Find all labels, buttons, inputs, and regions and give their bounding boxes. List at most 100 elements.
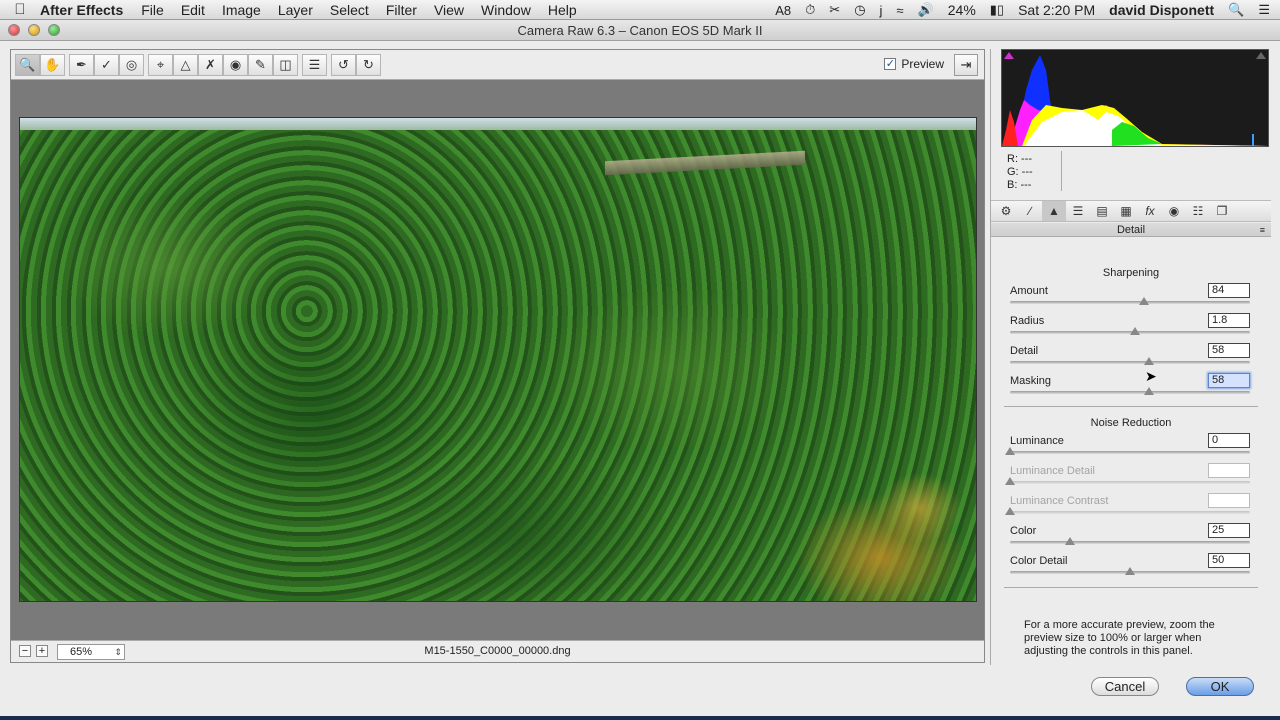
clock-icon[interactable]: ◷ [854, 2, 865, 18]
full-screen-icon[interactable]: ⇥ [954, 54, 978, 76]
zoom-window-button[interactable] [48, 24, 60, 36]
zoom-tool-icon[interactable]: 🔍 [15, 54, 40, 76]
clock-text[interactable]: Sat 2:20 PM [1018, 2, 1095, 18]
wifi-icon[interactable]: ≈ [896, 3, 903, 18]
luminance-contrast-slider-track [1010, 511, 1250, 514]
section-divider [1004, 406, 1258, 407]
color-detail-slider-row: Color Detail 50 [1010, 553, 1250, 583]
luminance-slider-thumb[interactable] [1005, 447, 1015, 455]
tab-effects-icon[interactable]: fx [1138, 201, 1162, 221]
scissors-icon[interactable]: ✂ [829, 2, 840, 18]
menu-select[interactable]: Select [330, 2, 369, 18]
battery-icon[interactable]: ▮▯ [990, 2, 1004, 18]
window-titlebar: Camera Raw 6.3 – Canon EOS 5D Mark II [0, 20, 1280, 41]
masking-slider-thumb[interactable] [1144, 387, 1155, 395]
radius-value-field[interactable]: 1.8 [1208, 313, 1250, 328]
radius-label: Radius [1010, 315, 1045, 327]
amount-slider-thumb[interactable] [1139, 297, 1150, 305]
apple-icon[interactable]:  [0, 1, 40, 18]
menu-filter[interactable]: Filter [386, 2, 417, 18]
tab-basic-icon[interactable]: ⚙ [994, 201, 1018, 221]
preferences-icon[interactable]: ☰ [302, 54, 327, 76]
adjustment-brush-icon[interactable]: ✎ [248, 54, 273, 76]
shadow-clip-warning-icon[interactable] [1004, 52, 1014, 59]
tab-tone-curve-icon[interactable]: ∕ [1018, 201, 1042, 221]
straighten-tool-icon[interactable]: △ [173, 54, 198, 76]
rotate-right-icon[interactable]: ↻ [356, 54, 381, 76]
color-slider-track[interactable] [1010, 541, 1250, 544]
close-window-button[interactable] [8, 24, 20, 36]
file-name: M15-1550_C0000_00000.dng [424, 645, 571, 657]
highlight-clip-warning-icon[interactable] [1256, 52, 1266, 59]
luminance-detail-label: Luminance Detail [1010, 465, 1095, 477]
minimize-window-button[interactable] [28, 24, 40, 36]
masking-slider-track[interactable] [1010, 391, 1250, 394]
color-slider-thumb[interactable] [1065, 537, 1075, 545]
color-sampler-tool-icon[interactable]: ✓ [94, 54, 119, 76]
detail-slider-track[interactable] [1010, 361, 1250, 364]
luminance-detail-value-field [1208, 463, 1250, 478]
color-slider-row: Color 25 [1010, 523, 1250, 553]
luminance-slider-row: Luminance 0 [1005, 433, 1250, 463]
ok-button[interactable]: OK [1186, 677, 1254, 696]
color-detail-value-field[interactable]: 50 [1208, 553, 1250, 568]
menu-help[interactable]: Help [548, 2, 577, 18]
white-balance-tool-icon[interactable]: ✒ [69, 54, 94, 76]
sharpening-heading: Sharpening [1102, 267, 1160, 279]
color-value-field[interactable]: 25 [1208, 523, 1250, 538]
rotate-left-icon[interactable]: ↺ [331, 54, 356, 76]
luminance-contrast-slider-row: Luminance Contrast [1005, 493, 1250, 523]
b-readout: B: --- [1007, 179, 1032, 191]
adobe-status-icon[interactable]: A​8 [775, 3, 791, 18]
luminance-contrast-label: Luminance Contrast [1010, 495, 1109, 507]
battery-percent[interactable]: 24% [948, 2, 976, 18]
detail-slider-thumb[interactable] [1144, 357, 1155, 365]
amount-slider-track[interactable] [1010, 301, 1250, 304]
luminance-value-field[interactable]: 0 [1208, 433, 1250, 448]
panel-tabs: ⚙ ∕ ▲ ☰ ▤ ▦ fx ◉ ☷ ❐ [991, 200, 1271, 222]
tab-lens-corrections-icon[interactable]: ▦ [1114, 201, 1138, 221]
hand-tool-icon[interactable]: ✋ [40, 54, 65, 76]
red-eye-tool-icon[interactable]: ◉ [223, 54, 248, 76]
cancel-button[interactable]: Cancel [1091, 677, 1159, 696]
bluetooth-icon[interactable]: ϳ [880, 3, 883, 18]
detail-value-field[interactable]: 58 [1208, 343, 1250, 358]
luminance-detail-slider-track [1010, 481, 1250, 484]
time-machine-icon[interactable]: ⏱ [805, 2, 815, 18]
tab-hsl-icon[interactable]: ☰ [1066, 201, 1090, 221]
radius-slider-thumb[interactable] [1129, 327, 1140, 335]
color-detail-slider-thumb[interactable] [1125, 567, 1135, 575]
color-label: Color [1010, 525, 1037, 537]
user-name[interactable]: david Disponett [1109, 2, 1214, 18]
volume-icon[interactable]: 🔊 [918, 2, 934, 18]
amount-value-field[interactable]: 84 [1208, 283, 1250, 298]
tab-split-toning-icon[interactable]: ▤ [1090, 201, 1114, 221]
preview-image[interactable] [19, 117, 977, 602]
panel-menu-icon[interactable]: ≡ [1260, 223, 1265, 237]
graduated-filter-icon[interactable]: ◫ [273, 54, 298, 76]
preview-checkbox[interactable]: ✓ [884, 58, 897, 70]
spot-removal-tool-icon[interactable]: ✗ [198, 54, 223, 76]
radius-slider-row: Radius 1.8 [1010, 313, 1250, 343]
menu-window[interactable]: Window [481, 2, 531, 18]
tab-presets-icon[interactable]: ☷ [1186, 201, 1210, 221]
menu-layer[interactable]: Layer [278, 2, 313, 18]
menu-file[interactable]: File [141, 2, 164, 18]
menu-view[interactable]: View [434, 2, 464, 18]
app-menu[interactable]: After Effects [40, 2, 123, 18]
zoom-advice-note: For a more accurate preview, zoom the pr… [1024, 619, 1215, 657]
tab-snapshots-icon[interactable]: ❐ [1210, 201, 1234, 221]
menu-image[interactable]: Image [222, 2, 261, 18]
menu-edit[interactable]: Edit [181, 2, 205, 18]
notification-list-icon[interactable]: ☰ [1258, 2, 1270, 18]
tool-bar: 🔍 ✋ ✒ ✓ ◎ ⌖ △ ✗ ◉ ✎ ◫ ☰ ↺ ↻ ✓ Preview ⇥ [11, 50, 984, 80]
luminance-slider-track[interactable] [1010, 451, 1250, 454]
image-cliff [605, 150, 805, 176]
tab-detail-icon[interactable]: ▲ [1042, 201, 1066, 221]
targeted-adjustment-tool-icon[interactable]: ◎ [119, 54, 144, 76]
tab-camera-calibration-icon[interactable]: ◉ [1162, 201, 1186, 221]
spotlight-search-icon[interactable]: 🔍 [1228, 2, 1244, 18]
masking-value-field[interactable]: 58 [1208, 373, 1250, 388]
crop-tool-icon[interactable]: ⌖ [148, 54, 173, 76]
adjustment-pane: R: --- G: --- B: --- ⚙ ∕ ▲ ☰ ▤ ▦ fx ◉ ☷ … [990, 49, 1271, 665]
